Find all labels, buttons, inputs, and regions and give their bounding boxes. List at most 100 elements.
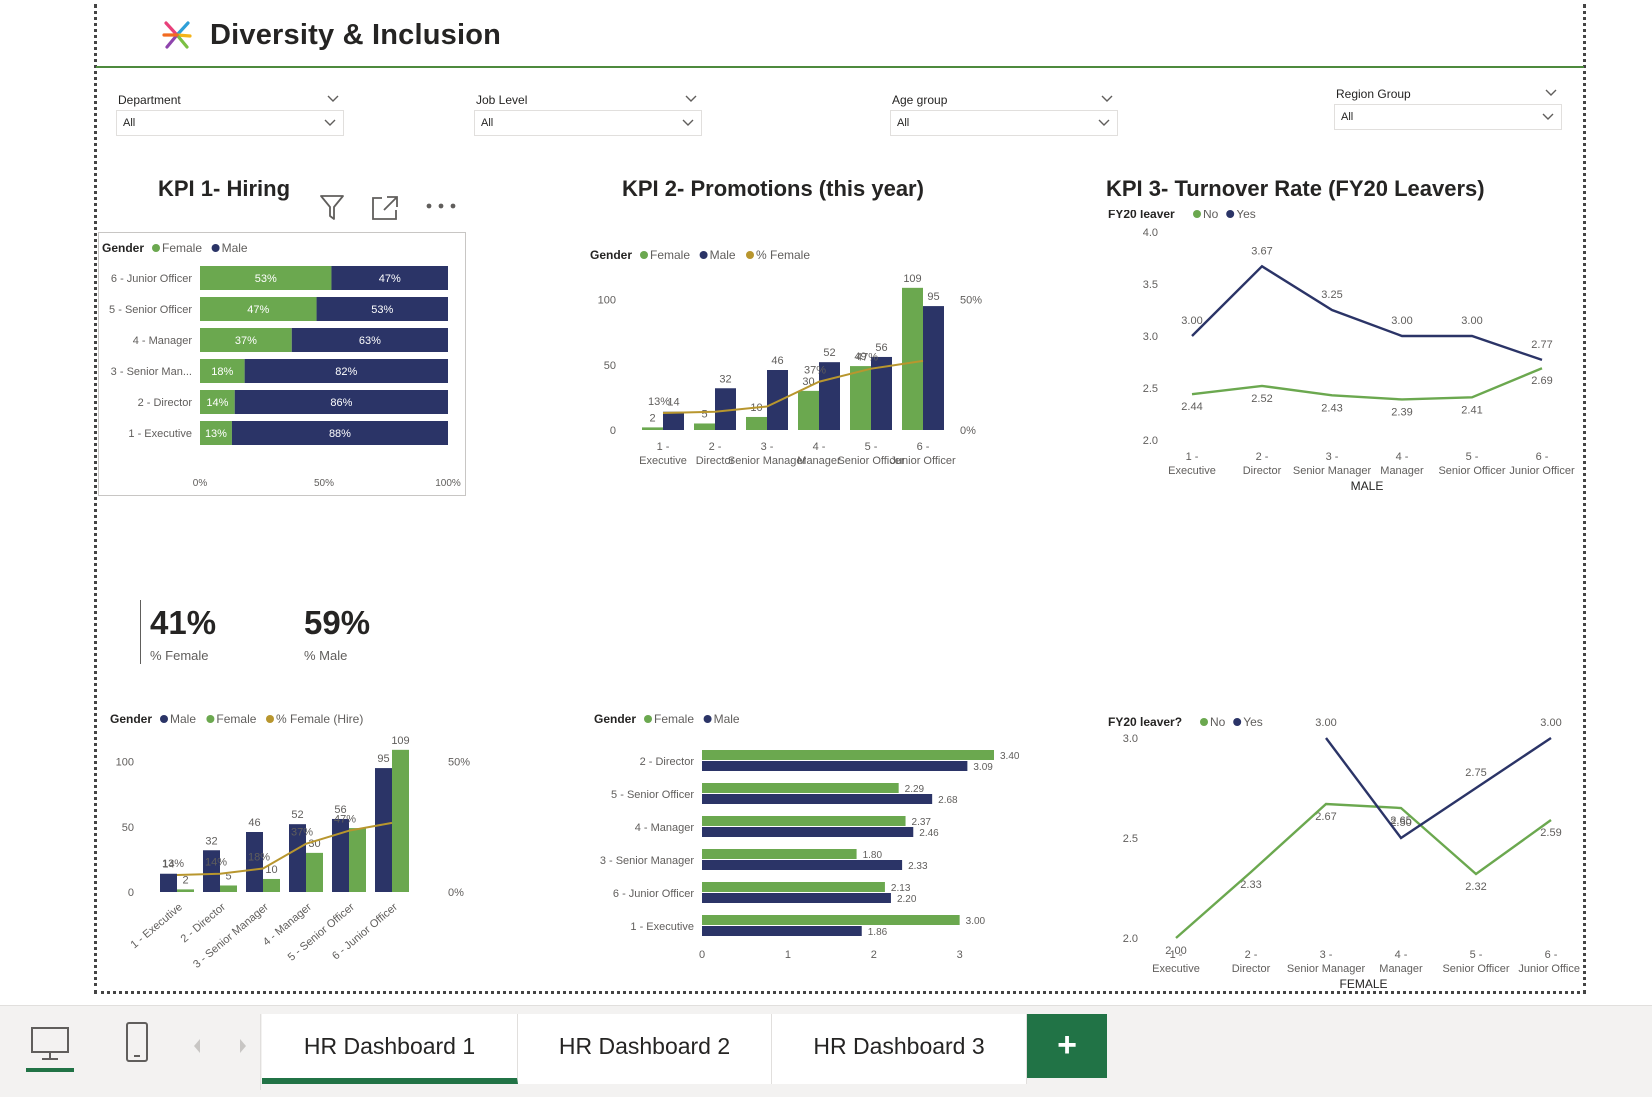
data-label: 2.68 <box>938 795 958 806</box>
age-group-slicer[interactable]: Age group All <box>890 90 1118 136</box>
data-label: 3.09 <box>973 762 993 773</box>
data-label: 2 <box>649 412 655 424</box>
region-group-dropdown[interactable]: All <box>1334 104 1562 130</box>
chevron-left-icon[interactable] <box>190 1036 204 1056</box>
x-tick-label: 6 - <box>917 441 930 453</box>
x-tick-label: 1 - Executive <box>128 901 184 951</box>
tab-hr-dashboard-3[interactable]: HR Dashboard 3 <box>772 1014 1027 1084</box>
mobile-view-icon[interactable] <box>124 1020 150 1064</box>
focus-mode-icon[interactable] <box>370 194 400 222</box>
chevron-down-icon[interactable] <box>1544 86 1558 100</box>
category-label: 4 - Manager <box>133 335 193 347</box>
category-label: 3 - Senior Manager <box>600 855 694 867</box>
column <box>392 749 409 892</box>
data-label: 2.37 <box>912 817 932 828</box>
data-label: 3.00 <box>966 916 986 927</box>
column <box>767 370 788 430</box>
bar <box>702 926 862 936</box>
tab-hr-dashboard-2[interactable]: HR Dashboard 2 <box>518 1014 772 1084</box>
y-tick-label: 2.5 <box>1123 833 1138 845</box>
column <box>663 411 684 430</box>
x-tick-label: Senior Manager <box>1287 963 1366 975</box>
legend-label: Female <box>654 712 694 726</box>
data-label: 2.39 <box>1391 406 1412 418</box>
data-label: 2.52 <box>1251 393 1272 405</box>
legend-marker <box>746 251 754 259</box>
series-line-yes <box>1191 264 1543 362</box>
data-label: 109 <box>903 273 921 285</box>
promotions-combo-chart[interactable]: Gender Female Male% Female0501000%50%2141 … <box>590 244 1010 494</box>
hiring-combo-chart[interactable]: Gender Male Female % Female (Hire) 0 50 100 0% 5… <box>110 708 510 978</box>
slicer-label: Job Level <box>476 93 528 107</box>
job-level-dropdown[interactable]: All <box>474 110 702 136</box>
legend-marker <box>211 244 220 252</box>
chevron-right-icon[interactable] <box>236 1036 250 1056</box>
add-page-button[interactable]: + <box>1027 1014 1107 1078</box>
x-tick-label: 100% <box>435 478 461 489</box>
legend-label: No <box>1203 210 1219 221</box>
x-tick-label: 2 - <box>1256 451 1269 463</box>
age-group-dropdown[interactable]: All <box>890 110 1118 136</box>
line-data-label: 47% <box>856 352 878 364</box>
chevron-down-icon[interactable] <box>1097 116 1111 130</box>
legend-title: FY20 leaver <box>1108 210 1175 221</box>
chevron-down-icon[interactable] <box>1541 110 1555 124</box>
category-label: 5 - Senior Officer <box>611 789 694 801</box>
hiring-stacked-bar-chart[interactable]: Gender Female Male 6 - Junior Officer 53% 47%… <box>100 236 470 492</box>
column <box>850 366 871 430</box>
legend-marker <box>640 251 648 259</box>
tab-separator <box>260 1014 261 1090</box>
column <box>349 828 366 892</box>
data-label: 2.33 <box>908 861 928 872</box>
x-tick-label: 1 - <box>1186 451 1199 463</box>
x-tick-label: 2 - <box>709 441 722 453</box>
line-data-label: 13% <box>648 396 670 408</box>
legend-label: Male <box>714 712 740 726</box>
line-data-label: 47% <box>334 814 356 826</box>
male-pct-value: 59% <box>304 604 371 641</box>
slicer-label: Region Group <box>1336 87 1411 101</box>
department-dropdown[interactable]: All <box>116 110 344 136</box>
chevron-down-icon[interactable] <box>684 92 698 106</box>
data-label: 3.00 <box>1461 315 1482 327</box>
x-tick-label: 4 - <box>1396 451 1409 463</box>
data-label: 3.40 <box>1000 751 1020 762</box>
slicer-value: All <box>897 117 910 129</box>
more-options-icon[interactable] <box>424 200 458 212</box>
turnover-male-line-chart[interactable]: FY20 leaver No Yes 2.0 2.5 3.0 3.5 4.0 1 - Execut… <box>1100 210 1580 496</box>
tab-hr-dashboard-1[interactable]: HR Dashboard 1 <box>262 1014 518 1084</box>
x-tick-label: 0 <box>699 949 705 961</box>
ratings-bar-chart[interactable]: Gender Female Male 2 - Director 3.40 3.09 5 - … <box>590 708 1060 968</box>
filter-icon[interactable] <box>318 192 346 222</box>
bar <box>702 827 914 837</box>
y-tick-label: 100 <box>116 757 134 769</box>
x-tick-label: Director <box>1232 963 1271 975</box>
x-tick-label: 3 - <box>1320 949 1333 961</box>
chevron-down-icon[interactable] <box>326 92 340 106</box>
bar <box>702 750 994 760</box>
x-tick-label: 2 - <box>1245 949 1258 961</box>
region-group-slicer[interactable]: Region Group All <box>1334 84 1562 130</box>
x-tick-label: Senior Officer <box>1438 465 1505 477</box>
department-slicer[interactable]: Department All <box>116 90 344 136</box>
desktop-view-icon[interactable] <box>28 1024 72 1064</box>
data-label: 3.67 <box>1251 245 1272 257</box>
legend-title: Gender <box>110 712 152 726</box>
y-tick-label: 3.0 <box>1143 331 1158 343</box>
data-label: 82% <box>335 366 357 378</box>
data-label: 63% <box>359 335 381 347</box>
x-tick-label: 1 - <box>657 441 670 453</box>
chevron-down-icon[interactable] <box>681 116 695 130</box>
legend-marker <box>1200 718 1208 726</box>
line-data-label: 14% <box>205 857 227 869</box>
x-tick-label: 3 - <box>761 441 774 453</box>
job-level-slicer[interactable]: Job Level All <box>474 90 702 136</box>
kpi-turnover-title: KPI 3- Turnover Rate (FY20 Leavers) <box>1106 176 1485 201</box>
chevron-down-icon[interactable] <box>1100 92 1114 106</box>
turnover-female-line-chart[interactable]: FY20 leaver? No Yes2.02.53.01 -Executive2 … <box>1100 708 1580 992</box>
report-header: Diversity & Inclusion <box>96 8 1584 68</box>
x-tick-label: 4 - <box>1395 949 1408 961</box>
legend-marker <box>1233 718 1242 726</box>
column <box>902 287 923 430</box>
chevron-down-icon[interactable] <box>323 116 337 130</box>
